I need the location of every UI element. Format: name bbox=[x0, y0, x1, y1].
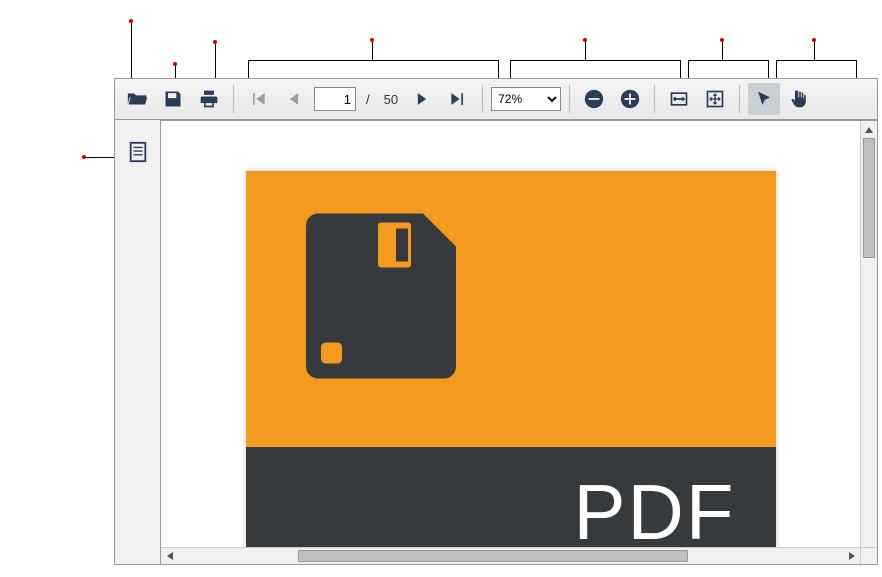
last-page-icon bbox=[448, 89, 468, 109]
print-icon bbox=[199, 89, 219, 109]
fit-page-button[interactable] bbox=[699, 83, 731, 115]
prev-page-button[interactable] bbox=[278, 83, 310, 115]
pdf-page: PDF bbox=[246, 171, 776, 565]
fit-page-icon bbox=[705, 89, 725, 109]
zoom-in-icon bbox=[619, 88, 641, 110]
first-page-icon bbox=[248, 89, 268, 109]
callout-line bbox=[215, 44, 216, 78]
zoom-out-button[interactable] bbox=[578, 83, 610, 115]
scrollbar-corner bbox=[860, 547, 877, 564]
callout-line bbox=[248, 60, 249, 78]
zoom-select[interactable]: 72% bbox=[491, 87, 561, 111]
open-folder-icon bbox=[126, 88, 148, 110]
callout-line bbox=[768, 60, 769, 78]
floppy-disk-graphic bbox=[306, 211, 456, 381]
callout-line bbox=[722, 42, 723, 60]
horizontal-scroll-thumb[interactable] bbox=[298, 550, 688, 562]
last-page-button[interactable] bbox=[442, 83, 474, 115]
callout-line bbox=[688, 60, 689, 78]
first-page-button[interactable] bbox=[242, 83, 274, 115]
document-canvas[interactable]: PDF bbox=[161, 121, 860, 547]
zoom-out-icon bbox=[583, 88, 605, 110]
separator bbox=[569, 85, 570, 113]
horizontal-scroll-track[interactable] bbox=[178, 548, 843, 564]
hand-tool-button[interactable] bbox=[784, 83, 816, 115]
callout-line bbox=[680, 60, 681, 78]
horizontal-scrollbar[interactable] bbox=[161, 547, 860, 564]
callout-line bbox=[175, 66, 176, 78]
scroll-up-arrow[interactable] bbox=[861, 121, 877, 138]
thumbnails-panel-button[interactable] bbox=[122, 136, 154, 168]
sidebar bbox=[114, 120, 160, 565]
save-button[interactable] bbox=[157, 83, 189, 115]
thumbnails-panel-icon bbox=[127, 141, 149, 163]
callout-line bbox=[510, 60, 680, 61]
next-page-button[interactable] bbox=[406, 83, 438, 115]
open-button[interactable] bbox=[121, 83, 153, 115]
callout-line bbox=[814, 42, 815, 60]
callout-line bbox=[776, 60, 777, 78]
separator bbox=[233, 85, 234, 113]
callout-line bbox=[248, 60, 498, 61]
fit-width-button[interactable] bbox=[663, 83, 695, 115]
pdf-label: PDF bbox=[574, 467, 736, 558]
total-pages-label: 50 bbox=[384, 92, 398, 107]
separator bbox=[482, 85, 483, 113]
callout-line bbox=[498, 60, 499, 78]
callout-line bbox=[856, 60, 857, 78]
toolbar: / 50 72% bbox=[114, 78, 878, 120]
pointer-tool-button[interactable] bbox=[748, 83, 780, 115]
separator bbox=[739, 85, 740, 113]
separator bbox=[654, 85, 655, 113]
fit-width-icon bbox=[669, 89, 689, 109]
page-separator: / bbox=[366, 92, 370, 107]
vertical-scrollbar[interactable] bbox=[860, 121, 877, 547]
scroll-right-arrow[interactable] bbox=[843, 548, 860, 564]
print-button[interactable] bbox=[193, 83, 225, 115]
callout-line bbox=[372, 42, 373, 60]
vertical-scroll-thumb[interactable] bbox=[863, 138, 875, 258]
pdf-cover-top bbox=[246, 171, 776, 447]
callout-line bbox=[86, 157, 114, 158]
callout-line bbox=[585, 42, 586, 60]
current-page-input[interactable] bbox=[314, 87, 356, 111]
save-icon bbox=[163, 89, 183, 109]
callout-line bbox=[510, 60, 511, 78]
pointer-tool-icon bbox=[755, 90, 773, 108]
callout-line bbox=[688, 60, 768, 61]
prev-page-icon bbox=[284, 89, 304, 109]
document-viewport: PDF bbox=[160, 120, 878, 565]
zoom-in-button[interactable] bbox=[614, 83, 646, 115]
callout-line bbox=[776, 60, 856, 61]
callout-line bbox=[131, 23, 132, 78]
next-page-icon bbox=[412, 89, 432, 109]
scroll-left-arrow[interactable] bbox=[161, 548, 178, 564]
hand-tool-icon bbox=[790, 89, 810, 109]
